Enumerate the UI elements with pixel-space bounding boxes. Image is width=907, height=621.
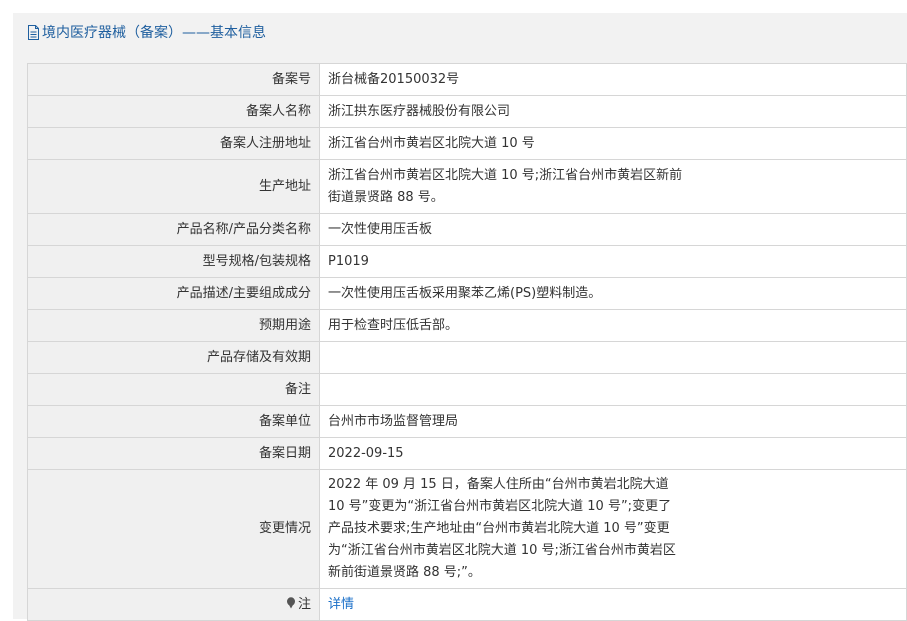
row-label: 备案单位 [27, 405, 320, 438]
row-value-text: 台州市市场监督管理局 [328, 413, 459, 429]
row-value-text: 2022-09-15 [328, 445, 404, 461]
table-row: 备案号 浙台械备20150032号 [27, 63, 907, 96]
row-label: 备案人注册地址 [27, 127, 320, 160]
table-row: 产品名称/产品分类名称 一次性使用压舌板 [27, 213, 907, 246]
note-label-cell: 注 [27, 588, 320, 621]
table-row: 型号规格/包装规格 P1019 [27, 245, 907, 278]
row-value: 2022-09-15 [319, 437, 907, 470]
row-label: 产品存储及有效期 [27, 341, 320, 374]
page-title: 境内医疗器械（备案）——基本信息 [42, 25, 266, 41]
note-value: 详情 [319, 588, 907, 621]
row-value-text: 浙江拱东医疗器械股份有限公司 [328, 103, 511, 119]
row-value: 用于检查时压低舌部。 [319, 309, 907, 342]
document-icon [28, 24, 39, 40]
row-label: 变更情况 [27, 469, 320, 589]
table-row: 备案单位 台州市市场监督管理局 [27, 405, 907, 438]
row-label: 备案号 [27, 63, 320, 96]
row-value: 台州市市场监督管理局 [319, 405, 907, 438]
row-value: 浙江省台州市黄岩区北院大道 10 号 [319, 127, 907, 160]
row-label: 备注 [27, 373, 320, 406]
row-value: 浙台械备20150032号 [319, 63, 907, 96]
table-row: 备案日期 2022-09-15 [27, 437, 907, 470]
row-value-text: P1019 [328, 253, 369, 269]
row-label: 备案人名称 [27, 95, 320, 128]
info-panel: 境内医疗器械（备案）——基本信息 备案号 浙台械备20150032号 备案人名称… [13, 13, 907, 621]
details-link[interactable]: 详情 [328, 597, 354, 612]
panel-header: 境内医疗器械（备案）——基本信息 [13, 13, 907, 51]
row-value: 一次性使用压舌板采用聚苯乙烯(PS)塑料制造。 [319, 277, 907, 310]
table-row: 预期用途 用于检查时压低舌部。 [27, 309, 907, 342]
row-value: P1019 [319, 245, 907, 278]
pin-icon [286, 596, 295, 608]
row-value: 一次性使用压舌板 [319, 213, 907, 246]
row-value: 浙江拱东医疗器械股份有限公司 [319, 95, 907, 128]
table-row: 备注 [27, 373, 907, 406]
note-row: 注 详情 [27, 588, 907, 621]
row-value: 2022 年 09 月 15 日，备案人住所由“台州市黄岩北院大道 10 号”变… [319, 469, 907, 589]
row-value-text: 浙江省台州市黄岩区北院大道 10 号;浙江省台州市黄岩区新前街道景贤路 88 号… [328, 167, 683, 205]
row-value-text: 一次性使用压舌板 [328, 221, 433, 237]
row-label: 生产地址 [27, 159, 320, 214]
row-value-text: 一次性使用压舌板采用聚苯乙烯(PS)塑料制造。 [328, 285, 602, 301]
row-label: 产品描述/主要组成成分 [27, 277, 320, 310]
row-label: 型号规格/包装规格 [27, 245, 320, 278]
table-row: 变更情况 2022 年 09 月 15 日，备案人住所由“台州市黄岩北院大道 1… [27, 469, 907, 589]
row-value-text: 浙江省台州市黄岩区北院大道 10 号 [328, 135, 535, 151]
row-label: 备案日期 [27, 437, 320, 470]
table-row: 备案人名称 浙江拱东医疗器械股份有限公司 [27, 95, 907, 128]
row-label: 预期用途 [27, 309, 320, 342]
info-table: 备案号 浙台械备20150032号 备案人名称 浙江拱东医疗器械股份有限公司 备… [27, 63, 907, 621]
row-value [319, 373, 907, 406]
row-label: 产品名称/产品分类名称 [27, 213, 320, 246]
row-value-text: 用于检查时压低舌部。 [328, 317, 459, 333]
row-value: 浙江省台州市黄岩区北院大道 10 号;浙江省台州市黄岩区新前街道景贤路 88 号… [319, 159, 907, 214]
table-row: 产品存储及有效期 [27, 341, 907, 374]
row-value [319, 341, 907, 374]
table-row: 备案人注册地址 浙江省台州市黄岩区北院大道 10 号 [27, 127, 907, 160]
note-label: 注 [297, 596, 311, 612]
table-row: 产品描述/主要组成成分 一次性使用压舌板采用聚苯乙烯(PS)塑料制造。 [27, 277, 907, 310]
row-value-text: 2022 年 09 月 15 日，备案人住所由“台州市黄岩北院大道 10 号”变… [328, 477, 676, 580]
table-row: 生产地址 浙江省台州市黄岩区北院大道 10 号;浙江省台州市黄岩区新前街道景贤路… [27, 159, 907, 214]
row-value-text: 浙台械备20150032号 [328, 71, 460, 87]
